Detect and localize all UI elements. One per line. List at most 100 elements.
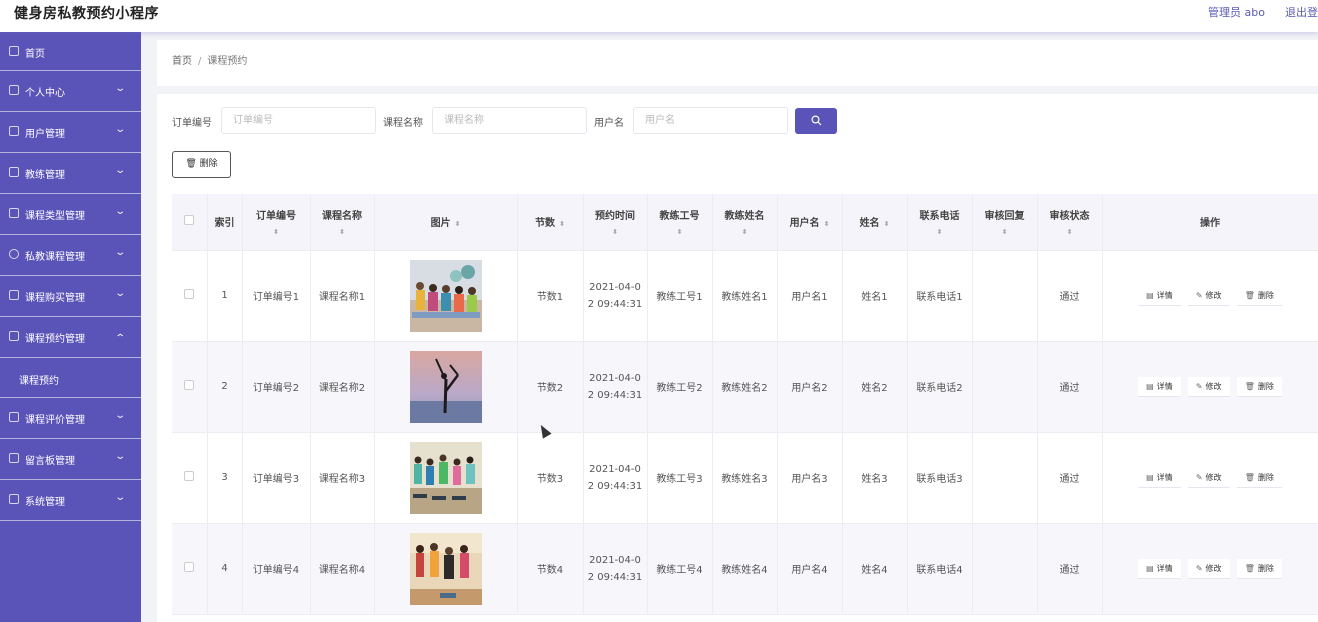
header-phone-label: 联系电话 [919,211,960,223]
admin-label: 管理员 abo [1208,6,1265,19]
pencil-icon: ✎ [1195,290,1203,300]
header-review-status[interactable]: 审核状态 ⬍ [1037,194,1103,251]
edit-label: 修改 [1205,563,1222,573]
sidebar-item-personal-center[interactable]: 个人中心 ⌄ [0,71,141,112]
delete-button[interactable]: 🗑 删除 [1236,558,1282,579]
booking-table: 索引 订单编号 ⬍ 课程名称 ⬍ 图片 ⬍ 节数 ⬍ 预约时间 ⬍ 教练工号 ⬍ 教练姓名 ⬍… [172,194,1318,615]
header-coach-name-label: 教练姓名 [724,211,765,223]
row-checkbox[interactable] [184,471,195,481]
edit-button[interactable]: ✎ 修改 [1187,376,1230,397]
header-username[interactable]: 用户名 ⬍ [777,194,843,251]
frame-icon [9,208,19,218]
batch-delete-button[interactable]: 🗑 删除 [172,151,231,178]
sidebar-item-message-board[interactable]: 留言板管理 ⌄ [0,439,141,480]
edit-button[interactable]: ✎ 修改 [1187,467,1230,488]
cell-phone: 联系电话1 [907,250,973,342]
header-review-status-label: 审核状态 [1049,211,1090,223]
booking-time-line2: 2 09:44:31 [587,480,643,492]
breadcrumb-home[interactable]: 首页 [172,56,192,67]
row-checkbox[interactable] [184,562,195,572]
sort-icon[interactable]: ⬍ [713,228,777,236]
detail-button[interactable]: ▤ 详情 [1138,467,1181,488]
sidebar-item-system[interactable]: 系统管理 ⌄ [0,480,141,521]
booking-time-line1: 2021-04-0 [589,281,641,293]
header-coach-id-label: 教练工号 [659,211,700,223]
header-course-name[interactable]: 课程名称 ⬍ [310,194,375,251]
sidebar-item-course-reviews[interactable]: 课程评价管理 ⌄ [0,398,141,439]
sidebar: 首页 个人中心 ⌄ 用户管理 ⌄ 教练管理 ⌄ 课程类型管理 ⌄ 私教课程管理 … [0,32,141,622]
cell-username: 用户名2 [777,341,843,433]
delete-button[interactable]: 🗑 删除 [1236,285,1282,306]
cell-booking-time: 2021-04-0 2 09:44:31 [583,432,648,524]
header-review-reply-label: 审核回复 [984,211,1025,223]
order-no-label: 订单编号 [172,118,212,129]
sort-icon[interactable]: ⬍ [311,228,374,236]
delete-label: 删除 [1257,381,1274,391]
sort-icon[interactable]: ⬍ [559,220,565,228]
header-order-no[interactable]: 订单编号 ⬍ [242,194,311,251]
cell-review-reply [972,250,1038,342]
sort-icon[interactable]: ⬍ [648,228,712,236]
detail-button[interactable]: ▤ 详情 [1138,558,1181,579]
sidebar-item-label: 系统管理 [25,497,65,508]
edit-button[interactable]: ✎ 修改 [1187,558,1230,579]
edit-button[interactable]: ✎ 修改 [1187,285,1230,306]
cell-username: 用户名3 [777,432,843,524]
row-checkbox[interactable] [184,289,195,299]
select-all-checkbox[interactable] [184,215,195,226]
header-name[interactable]: 姓名 ⬍ [842,194,908,251]
booking-time-line1: 2021-04-0 [589,372,641,384]
sidebar-item-users[interactable]: 用户管理 ⌄ [0,112,141,153]
search-button[interactable] [795,108,837,134]
sort-icon[interactable]: ⬍ [1038,228,1102,236]
cell-review-status: 通过 [1037,523,1103,615]
header-booking-time[interactable]: 预约时间 ⬍ [583,194,648,251]
cell-order-no: 订单编号4 [242,523,311,615]
course-name-input[interactable]: 课程名称 [432,107,587,134]
sort-icon[interactable]: ⬍ [584,228,647,236]
batch-delete-label: 删除 [199,159,218,169]
username-input[interactable]: 用户名 [633,107,788,134]
logout-link[interactable]: 退出登 [1285,4,1318,20]
sort-icon[interactable]: ⬍ [455,220,461,228]
header-order-no-label: 订单编号 [256,211,296,223]
send-icon [9,331,19,341]
row-select-cell [172,523,208,615]
delete-button[interactable]: 🗑 删除 [1236,467,1282,488]
header-review-reply[interactable]: 审核回复 ⬍ [972,194,1038,251]
header-image[interactable]: 图片 ⬍ [374,194,518,251]
sidebar-item-private-courses[interactable]: 私教课程管理 ⌄ [0,235,141,276]
sort-icon[interactable]: ⬍ [824,220,830,228]
cell-booking-time: 2021-04-0 2 09:44:31 [583,523,648,615]
course-photo [409,259,482,332]
sort-icon[interactable]: ⬍ [973,228,1037,236]
sidebar-item-home[interactable]: 首页 [0,32,141,71]
breadcrumb-current: 课程预约 [207,56,248,67]
course-name-label: 课程名称 [383,118,423,129]
sidebar-subitem-course-booking[interactable]: 课程预约 [0,358,141,398]
row-checkbox[interactable] [184,380,195,390]
sidebar-item-course-bookings[interactable]: 课程预约管理 ⌃ [0,317,141,358]
sort-icon[interactable]: ⬍ [884,220,890,228]
header-sessions[interactable]: 节数 ⬍ [517,194,584,251]
delete-label: 删除 [1257,563,1274,573]
header-phone[interactable]: 联系电话 ⬍ [907,194,973,251]
sort-icon[interactable]: ⬍ [908,228,972,236]
cell-index: 2 [207,341,243,433]
order-no-input[interactable]: 订单编号 [221,107,376,134]
sort-icon[interactable]: ⬍ [243,228,310,236]
header-coach-id[interactable]: 教练工号 ⬍ [647,194,713,251]
booking-time-line2: 2 09:44:31 [587,571,643,583]
delete-button[interactable]: 🗑 删除 [1236,376,1282,397]
header-coach-name[interactable]: 教练姓名 ⬍ [712,194,778,251]
sidebar-item-course-purchases[interactable]: 课程购买管理 ⌄ [0,276,141,317]
sidebar-item-course-types[interactable]: 课程类型管理 ⌄ [0,194,141,235]
cell-username: 用户名4 [777,523,843,615]
header-booking-time-label: 预约时间 [595,211,635,223]
cell-course-name: 课程名称4 [310,523,375,615]
row-select-cell [172,432,208,524]
sidebar-item-coaches[interactable]: 教练管理 ⌄ [0,153,141,194]
cell-coach-name: 教练姓名4 [712,523,778,615]
detail-button[interactable]: ▤ 详情 [1138,285,1181,306]
detail-button[interactable]: ▤ 详情 [1138,376,1181,397]
